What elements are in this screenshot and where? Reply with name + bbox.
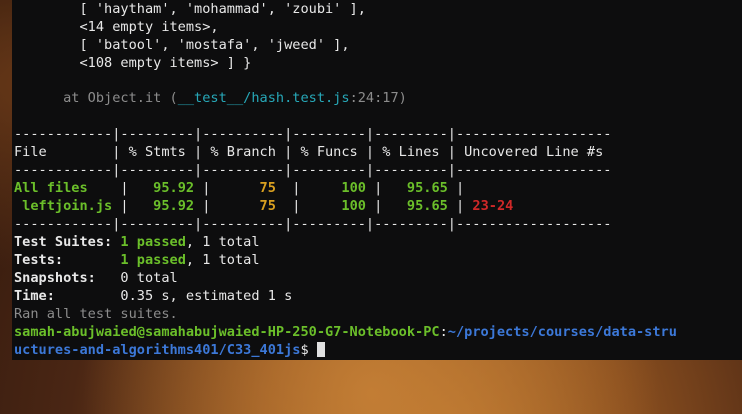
summary-time: Time: 0.35 s, estimated 1 s [14, 287, 292, 305]
summary-ran-all: Ran all test suites. [14, 306, 178, 322]
coverage-uncovered: 23-24 [472, 198, 514, 214]
coverage-row-leftjoin: leftjoin.js | 95.92 | 75 | 100 | 95.65 |… [14, 198, 514, 214]
coverage-stmts: 95.92 [128, 198, 203, 214]
log-line: <14 empty items>, [14, 19, 219, 35]
coverage-separator: ------------|---------|----------|------… [14, 126, 612, 142]
summary-label: Tests: [14, 252, 113, 268]
summary-value: 0.35 s, estimated 1 s [120, 288, 293, 304]
summary-label: Time: [14, 288, 113, 304]
coverage-lines: 95.65 [382, 180, 457, 196]
stack-trace-prefix: at Object.it ( [14, 90, 178, 106]
summary-label: Test Suites: [14, 234, 113, 250]
summary-snapshots: Snapshots: 0 total [14, 269, 178, 287]
summary-total: , 1 total [185, 252, 260, 268]
log-line: <108 empty items> ] } [14, 55, 252, 71]
summary-value: 0 total [120, 270, 178, 286]
coverage-lines: 95.65 [382, 198, 457, 214]
stack-trace-path[interactable]: __test__/hash.test.js [178, 90, 350, 106]
coverage-funcs: 100 [300, 198, 375, 214]
coverage-file: leftjoin.js [14, 198, 113, 214]
log-line: [ 'batool', 'mostafa', 'jweed' ], [14, 37, 350, 53]
coverage-branch: 75 [210, 180, 285, 196]
coverage-row-all-files: All files | 95.92 | 75 | 100 | 95.65 | [14, 180, 465, 196]
summary-tests: Tests: 1 passed, 1 total [14, 251, 260, 269]
stack-trace-line: at Object.it (__test__/hash.test.js:24:1… [14, 89, 407, 107]
coverage-separator: ------------|---------|----------|------… [14, 162, 612, 178]
coverage-stmts: 95.92 [128, 180, 203, 196]
summary-test-suites: Test Suites: 1 passed, 1 total [14, 233, 260, 251]
coverage-funcs: 100 [300, 180, 375, 196]
stack-trace-location: :24:17) [349, 90, 407, 106]
summary-passed: 1 passed [120, 252, 186, 268]
coverage-separator: ------------|---------|----------|------… [14, 216, 612, 232]
prompt-colon: : [439, 324, 448, 340]
coverage-header: File | % Stmts | % Branch | % Funcs | % … [14, 144, 612, 160]
terminal-window[interactable]: [ 'haytham', 'mohammad', 'zoubi' ], <14 … [12, 0, 742, 360]
coverage-file: All files [14, 180, 113, 196]
log-line: [ 'haytham', 'mohammad', 'zoubi' ], [14, 1, 366, 17]
shell-prompt: samah-abujwaied@samahabujwaied-HP-250-G7… [14, 323, 677, 341]
shell-prompt-continued[interactable]: uctures-and-algorithms401/C33_401js$ [14, 341, 325, 359]
text-cursor [316, 342, 325, 357]
summary-passed: 1 passed [120, 234, 186, 250]
summary-total: , 1 total [185, 234, 260, 250]
coverage-branch: 75 [210, 198, 285, 214]
prompt-path: uctures-and-algorithms401/C33_401js [14, 342, 301, 358]
prompt-user-host: samah-abujwaied@samahabujwaied-HP-250-G7… [14, 324, 440, 340]
prompt-symbol: $ [300, 342, 317, 358]
summary-label: Snapshots: [14, 270, 113, 286]
prompt-path: ~/projects/courses/data-stru [447, 324, 677, 340]
